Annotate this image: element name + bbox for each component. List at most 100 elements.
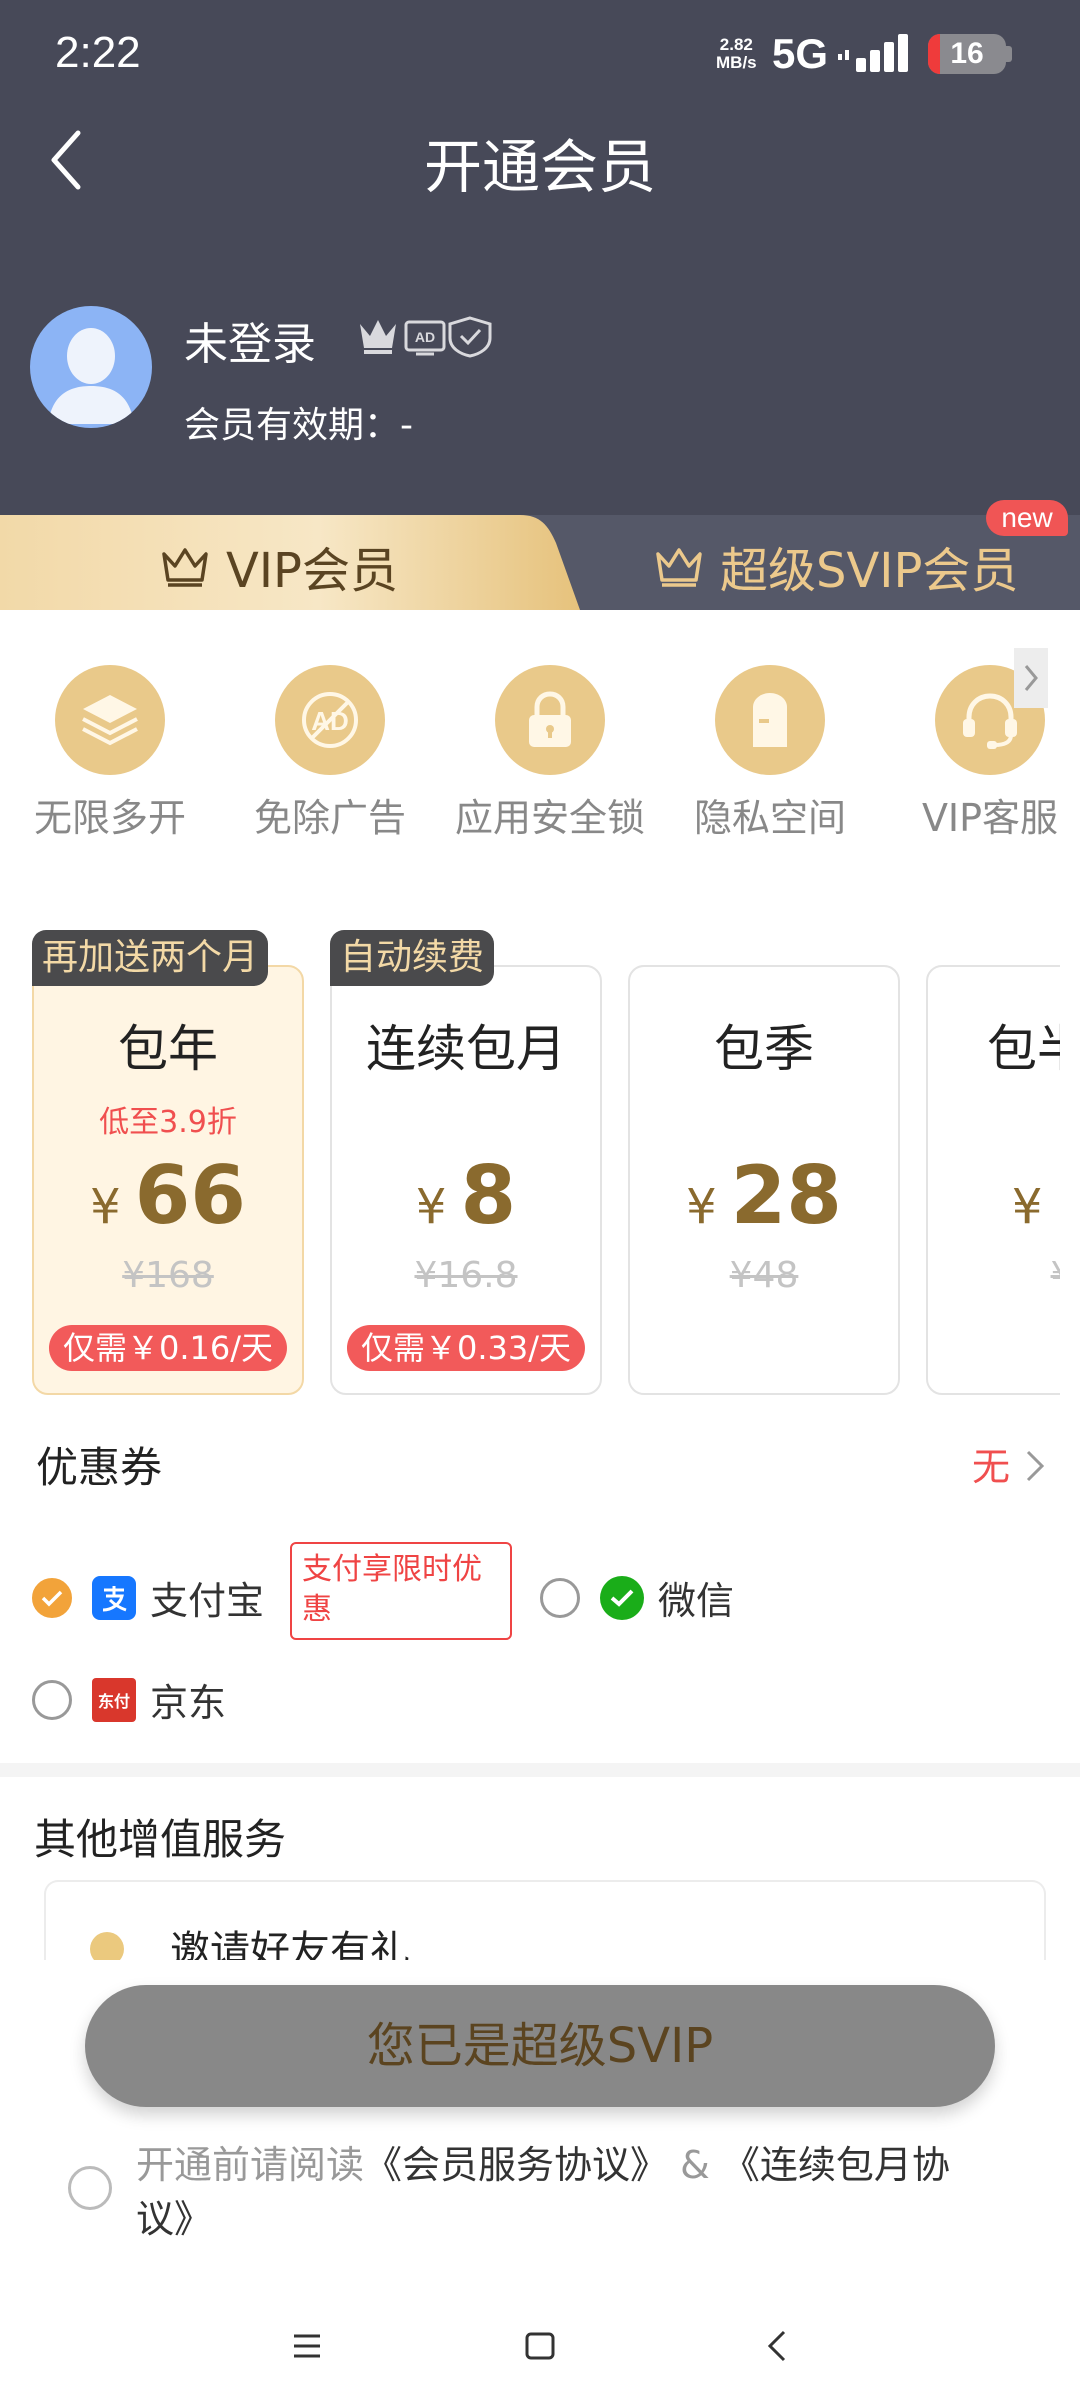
plan-price: ¥ 66 xyxy=(34,1149,302,1242)
benefit-unlimited-clones[interactable]: 无限多开 xyxy=(10,665,210,842)
wechat-radio[interactable] xyxy=(540,1577,580,1618)
plan-card-quarterly[interactable]: 包季 ¥ 28 ¥48 xyxy=(628,965,900,1395)
avatar[interactable] xyxy=(30,306,152,428)
system-nav-bar xyxy=(294,2330,786,2362)
benefits-scroll-arrow-icon[interactable] xyxy=(1014,648,1048,708)
plan-original-price: ¥ xyxy=(928,1255,1060,1296)
benefit-icon-circle xyxy=(715,665,825,775)
net-speed-unit: MB/s xyxy=(716,53,757,72)
net-speed: 2.82 MB/s xyxy=(716,36,757,72)
check-icon xyxy=(610,1589,634,1607)
crown-icon xyxy=(162,548,208,587)
plan-price: ¥ 8 xyxy=(332,1149,600,1242)
agreement-joiner: & xyxy=(668,2143,722,2187)
benefit-label: VIP客服 xyxy=(921,796,1059,840)
plan-original-price: ¥16.8 xyxy=(414,1255,518,1296)
member-badges: AD xyxy=(360,316,492,358)
benefit-app-lock[interactable]: 应用安全锁 xyxy=(450,665,650,842)
pay-option-jd[interactable]: 东付 京东 xyxy=(32,1672,226,1727)
chevron-right-icon[interactable] xyxy=(1024,1448,1046,1484)
plan-currency: ¥ xyxy=(686,1179,717,1235)
plan-discount: 低至3.9折 xyxy=(99,1105,237,1140)
plan-name: 连续包月 xyxy=(366,1020,566,1078)
alipay-label: 支付宝 xyxy=(150,1579,265,1623)
layers-icon xyxy=(82,695,138,746)
plan-original-price: ¥48 xyxy=(729,1255,799,1296)
check-icon xyxy=(41,1590,63,1606)
alipay-logo-icon xyxy=(102,1585,127,1611)
avatar-person-icon xyxy=(48,328,134,424)
plan-tag: 自动续费 xyxy=(330,930,495,986)
pay-promo-tag: 支付享限时优惠 xyxy=(290,1542,512,1640)
no-ad-icon: AD xyxy=(302,692,358,748)
battery-nub xyxy=(1006,46,1012,62)
open-membership-button[interactable]: 您已是超级SVIP xyxy=(85,1985,995,2107)
invite-friends-label: 邀请好友有礼 xyxy=(170,1928,410,1960)
plan-price: ¥ 28 xyxy=(630,1149,898,1242)
plan-price-value: 66 xyxy=(134,1149,246,1242)
coupon-value[interactable]: 无 xyxy=(972,1436,1010,1491)
benefit-label: 无限多开 xyxy=(33,796,186,840)
back-nav-icon[interactable] xyxy=(767,2330,786,2362)
plan-card-half-year[interactable]: 包半年 ¥ 4 ¥ xyxy=(926,965,1060,1395)
signal-icon xyxy=(838,34,908,72)
benefit-icon-circle xyxy=(55,665,165,775)
benefit-icon-circle xyxy=(495,665,605,775)
benefit-label: 应用安全锁 xyxy=(454,796,645,840)
ad-free-icon: AD xyxy=(404,320,446,356)
new-badge: new xyxy=(986,500,1068,536)
tab-vip[interactable]: VIP会员 xyxy=(0,515,580,610)
invite-friends-card[interactable]: 邀请好友有礼 xyxy=(44,1880,1046,1960)
plan-currency: ¥ xyxy=(90,1179,121,1235)
jd-pay-icon: 东付 xyxy=(92,1677,136,1722)
agreement-text: 开通前请阅读《会员服务协议》 & 《连续包月协议》 xyxy=(136,2138,996,2246)
agreement-checkbox[interactable] xyxy=(68,2166,112,2210)
membership-tabs: VIP会员 超级SVIP会员 xyxy=(0,515,1080,610)
plan-name: 包半年 xyxy=(987,1020,1060,1078)
plan-card-yearly[interactable]: 包年 低至3.9折 ¥ 66 ¥168 仅需￥0.16/天 xyxy=(32,965,304,1395)
tab-svip[interactable]: 超级SVIP会员 xyxy=(654,531,1018,601)
network-type: 5G xyxy=(772,30,829,77)
benefit-vip-support[interactable]: VIP客服 xyxy=(890,665,1080,842)
menu-icon[interactable] xyxy=(294,2334,320,2358)
home-icon[interactable] xyxy=(525,2332,555,2360)
alipay-radio[interactable] xyxy=(32,1577,72,1618)
benefit-label: 免除广告 xyxy=(253,796,406,840)
plan-price-value: 28 xyxy=(730,1149,842,1242)
tab-svip-label: 超级SVIP会员 xyxy=(720,543,1019,599)
benefit-label: 隐私空间 xyxy=(693,796,846,840)
user-name: 未登录 xyxy=(184,319,316,370)
shield-icon xyxy=(448,316,492,358)
plan-price-value: 4 xyxy=(1056,1149,1060,1242)
plan-currency: ¥ xyxy=(1011,1179,1043,1235)
net-speed-value: 2.82 xyxy=(719,35,753,54)
other-services-title: 其他增值服务 xyxy=(34,1815,287,1864)
tab-vip-label: VIP会员 xyxy=(226,543,398,599)
plan-card-monthly-auto[interactable]: 连续包月 ¥ 8 ¥16.8 仅需￥0.33/天 xyxy=(330,965,602,1395)
section-divider xyxy=(0,1763,1080,1777)
benefit-private-space[interactable]: 隐私空间 xyxy=(670,665,870,842)
member-service-agreement-link[interactable]: 《会员服务协议》 xyxy=(364,2143,668,2187)
plan-original-price: ¥168 xyxy=(122,1255,214,1296)
plan-name: 包季 xyxy=(714,1020,814,1078)
plan-tag: 再加送两个月 xyxy=(32,930,269,986)
status-time: 2:22 xyxy=(55,28,141,77)
plan-per-day: 仅需￥0.33/天 xyxy=(346,1325,586,1371)
battery-icon: 16 xyxy=(928,34,1006,74)
plan-name: 包年 xyxy=(118,1020,218,1078)
benefit-no-ads[interactable]: AD 免除广告 xyxy=(230,665,430,842)
alipay-icon xyxy=(92,1575,136,1620)
tab-vip-label-wrap: VIP会员 xyxy=(160,531,398,601)
jd-radio[interactable] xyxy=(32,1679,72,1720)
plan-list: 包年 低至3.9折 ¥ 66 ¥168 仅需￥0.16/天 再加送两个月 连续包… xyxy=(0,930,1060,1400)
status-bar: 2:22 2.82 MB/s 5G 16 xyxy=(0,0,1080,110)
invite-icon xyxy=(90,1932,124,1960)
page-title: 开通会员 xyxy=(423,133,656,201)
wechat-pay-icon xyxy=(600,1575,644,1620)
plan-price: ¥ 4 xyxy=(928,1149,1060,1242)
plan-currency: ¥ xyxy=(415,1179,447,1235)
crown-icon xyxy=(656,548,702,587)
jd-pay-icon-text: 东付 xyxy=(97,1691,130,1711)
pay-option-wechat[interactable]: 微信 xyxy=(540,1570,734,1625)
pay-option-alipay[interactable]: 支付宝 xyxy=(32,1570,264,1625)
